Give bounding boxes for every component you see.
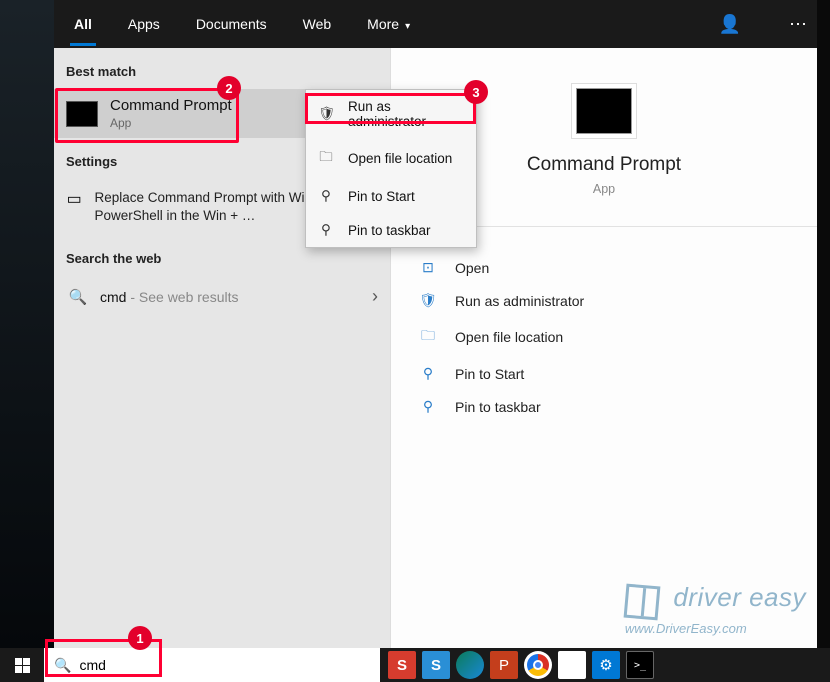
action-run-admin[interactable]: 🛡Run as administrator — [419, 284, 789, 317]
action-open[interactable]: ⊡Open — [419, 251, 789, 284]
folder-icon: 🗀 — [419, 325, 437, 349]
taskbar-search-box[interactable]: 🔍 — [44, 648, 380, 682]
annotation-badge-3: 3 — [464, 80, 488, 104]
shield-icon: 🛡 — [318, 106, 334, 122]
ctx-pin-start[interactable]: ⚲Pin to Start — [306, 179, 476, 213]
ctx-open-location[interactable]: 🗀Open file location — [306, 138, 476, 179]
taskbar-slack-icon[interactable] — [558, 651, 586, 679]
desktop-background-strip — [0, 0, 54, 648]
taskbar-powerpoint-icon[interactable]: P — [490, 651, 518, 679]
pin-icon: ⚲ — [318, 222, 334, 238]
watermark-title: driver easy — [673, 582, 806, 612]
tab-more[interactable]: More▾ — [363, 2, 414, 46]
ctx-pin-taskbar[interactable]: ⚲Pin to taskbar — [306, 213, 476, 247]
web-result-term: cmd — [100, 289, 126, 305]
watermark-url: www.DriverEasy.com — [625, 621, 806, 636]
taskbar: 🔍 S S P ⚙ >_ — [0, 648, 830, 682]
tab-web[interactable]: Web — [299, 2, 336, 46]
taskbar-settings-icon[interactable]: ⚙ — [592, 651, 620, 679]
annotation-badge-1: 1 — [128, 626, 152, 650]
preview-app-icon — [576, 88, 632, 134]
pin-icon: ⚲ — [318, 188, 334, 204]
terminal-icon: ▭ — [66, 189, 82, 209]
taskbar-chrome-icon[interactable] — [524, 651, 552, 679]
feedback-icon[interactable]: 👤 — [709, 14, 751, 35]
tab-all[interactable]: All — [70, 2, 96, 46]
action-open-location[interactable]: 🗀Open file location — [419, 317, 789, 357]
taskbar-cmd-icon[interactable]: >_ — [626, 651, 654, 679]
ctx-run-admin[interactable]: 🛡Run as administrator — [306, 90, 476, 138]
watermark: driver easy www.DriverEasy.com — [625, 582, 806, 636]
chevron-down-icon: ▾ — [405, 21, 410, 32]
context-menu: 🛡Run as administrator 🗀Open file locatio… — [305, 89, 477, 248]
action-pin-taskbar[interactable]: ⚲Pin to taskbar — [419, 390, 789, 423]
search-icon: 🔍 — [54, 657, 71, 674]
chevron-right-icon: › — [372, 286, 378, 307]
taskbar-snagit-editor-icon[interactable]: S — [388, 651, 416, 679]
options-ellipsis-icon[interactable]: ⋯ — [779, 14, 817, 35]
best-match-subtitle: App — [110, 116, 232, 130]
pin-icon: ⚲ — [419, 398, 437, 415]
tab-apps[interactable]: Apps — [124, 2, 164, 46]
annotation-badge-2: 2 — [217, 76, 241, 100]
start-button[interactable] — [0, 648, 44, 682]
watermark-cube-icon — [623, 584, 660, 621]
web-result-item[interactable]: 🔍 cmd - See web results › — [54, 276, 390, 317]
folder-icon: 🗀 — [318, 147, 334, 170]
search-tabs: All Apps Documents Web More▾ 👤 ⋯ — [54, 0, 817, 48]
shield-icon: 🛡 — [419, 292, 437, 309]
pin-icon: ⚲ — [419, 365, 437, 382]
search-input[interactable] — [79, 657, 370, 673]
open-icon: ⊡ — [419, 259, 437, 276]
action-pin-start[interactable]: ⚲Pin to Start — [419, 357, 789, 390]
taskbar-edge-icon[interactable] — [456, 651, 484, 679]
tab-documents[interactable]: Documents — [192, 2, 271, 46]
best-match-title: Command Prompt — [110, 97, 232, 114]
command-prompt-thumb-icon — [66, 101, 98, 127]
taskbar-snagit-icon[interactable]: S — [422, 651, 450, 679]
search-icon: 🔍 — [66, 288, 90, 306]
windows-logo-icon — [15, 658, 30, 673]
web-result-suffix: - See web results — [126, 289, 238, 305]
